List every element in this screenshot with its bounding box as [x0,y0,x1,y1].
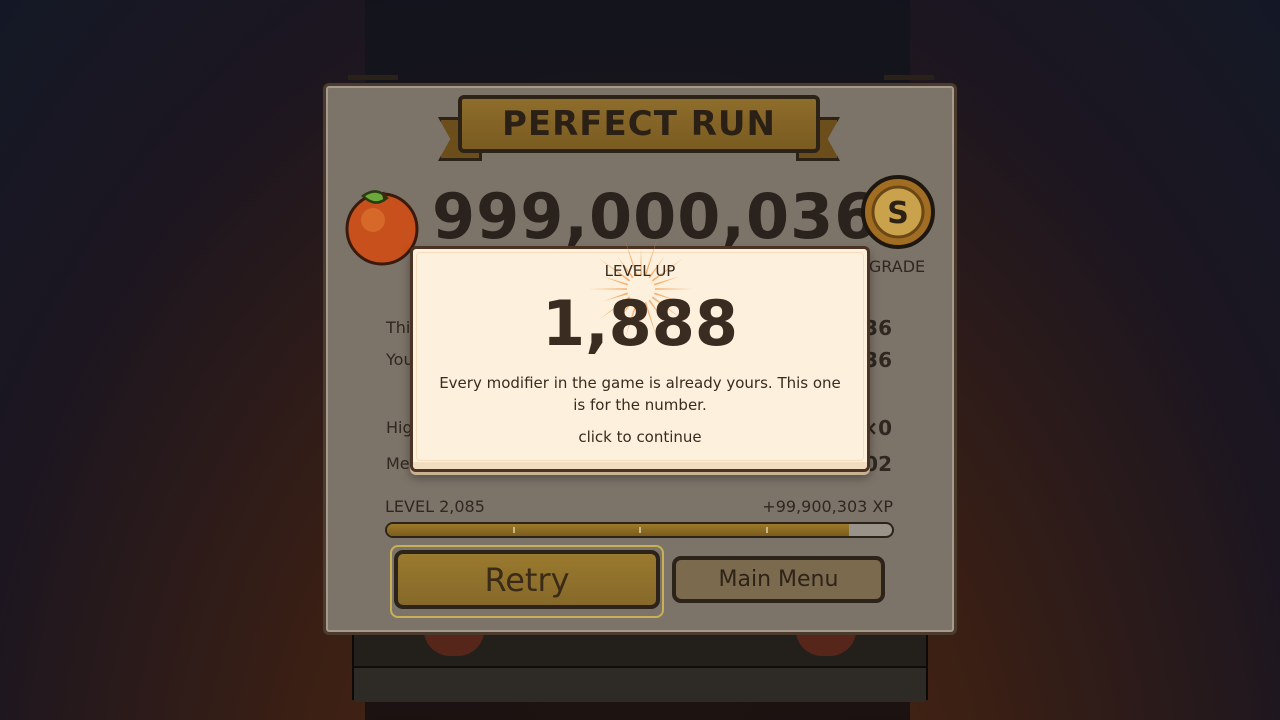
xp-gain-label: +99,900,303 XP [762,497,893,516]
click-to-continue[interactable]: click to continue [410,428,870,446]
playfield-shelf [354,666,926,702]
stat-label: Hig [386,418,413,437]
grade-label: GRADE [868,257,926,276]
panel-top-tab [884,75,934,80]
xp-tick [513,527,515,533]
xp-tick [766,527,768,533]
level-up-message: Every modifier in the game is already yo… [439,374,841,414]
xp-tick [639,527,641,533]
stat-label: Thi [386,318,411,337]
main-menu-button[interactable]: Main Menu [672,556,885,603]
xp-level-label: LEVEL 2,085 [385,497,485,516]
panel-top-tab [348,75,398,80]
grade-letter: S [887,196,909,231]
level-up-number: 1,888 [541,287,739,360]
modal-bottom-strip [413,462,867,469]
level-up-label: LEVEL UP [604,262,676,280]
banner-title: PERFECT RUN [501,104,776,144]
xp-progress-bar [385,522,894,538]
result-banner: PERFECT RUN [438,95,840,171]
grade-badge: S [861,175,935,249]
xp-progress-fill [387,524,850,536]
retry-button[interactable]: Retry [394,550,660,609]
banner-body: PERFECT RUN [458,95,820,153]
